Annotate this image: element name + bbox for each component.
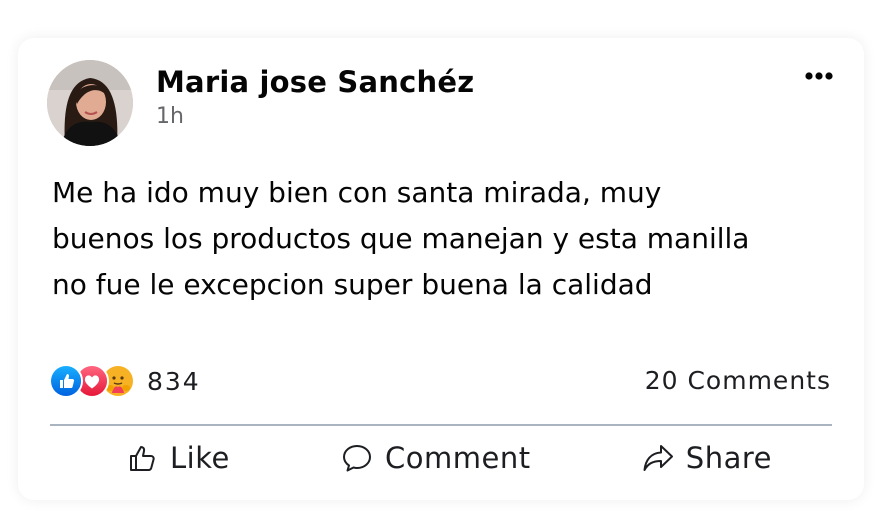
reaction-count: 834 <box>147 366 201 396</box>
reactions-summary[interactable]: 834 <box>49 363 201 399</box>
thumbs-up-icon <box>128 443 158 473</box>
avatar[interactable] <box>47 60 133 146</box>
comment-button[interactable]: Comment <box>341 441 531 475</box>
action-bar: Like Comment Share <box>50 436 832 480</box>
share-button[interactable]: Share <box>642 441 772 475</box>
like-button[interactable]: Like <box>128 441 230 475</box>
like-icon <box>49 364 83 398</box>
divider <box>50 424 832 426</box>
share-label: Share <box>685 441 772 475</box>
post-text: Me ha ido muy bien con santa mirada, muy… <box>52 176 750 301</box>
author-name[interactable]: Maria jose Sanchéz <box>156 65 474 99</box>
like-label: Like <box>170 441 230 475</box>
comments-count[interactable]: 20 Comments <box>645 366 831 395</box>
comment-bubble-icon <box>341 443 373 473</box>
post-card: Maria jose Sanchéz 1h Me ha ido muy bien… <box>18 38 864 500</box>
comment-label: Comment <box>385 441 531 475</box>
post-timestamp[interactable]: 1h <box>156 104 184 129</box>
more-options-icon[interactable] <box>804 68 834 82</box>
share-arrow-icon <box>642 443 674 473</box>
